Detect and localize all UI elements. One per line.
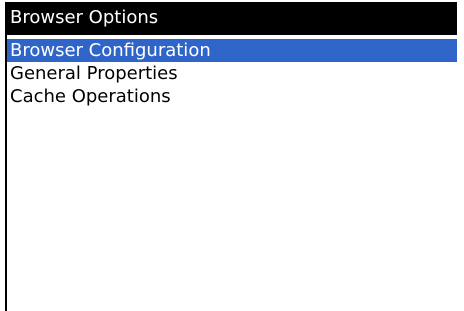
browser-options-screen: Browser Options Browser Configuration Ge… bbox=[0, 0, 464, 311]
menu-item-cache-operations[interactable]: Cache Operations bbox=[7, 85, 457, 108]
title-bar: Browser Options bbox=[5, 2, 457, 35]
options-menu: Browser Configuration General Properties… bbox=[7, 39, 457, 108]
menu-item-browser-configuration[interactable]: Browser Configuration bbox=[7, 39, 457, 62]
menu-item-label: Browser Configuration bbox=[10, 40, 211, 61]
menu-item-label: Cache Operations bbox=[10, 86, 171, 107]
menu-item-general-properties[interactable]: General Properties bbox=[7, 62, 457, 85]
options-panel: Browser Configuration General Properties… bbox=[5, 35, 457, 311]
menu-item-label: General Properties bbox=[10, 63, 178, 84]
page-title: Browser Options bbox=[10, 7, 159, 28]
